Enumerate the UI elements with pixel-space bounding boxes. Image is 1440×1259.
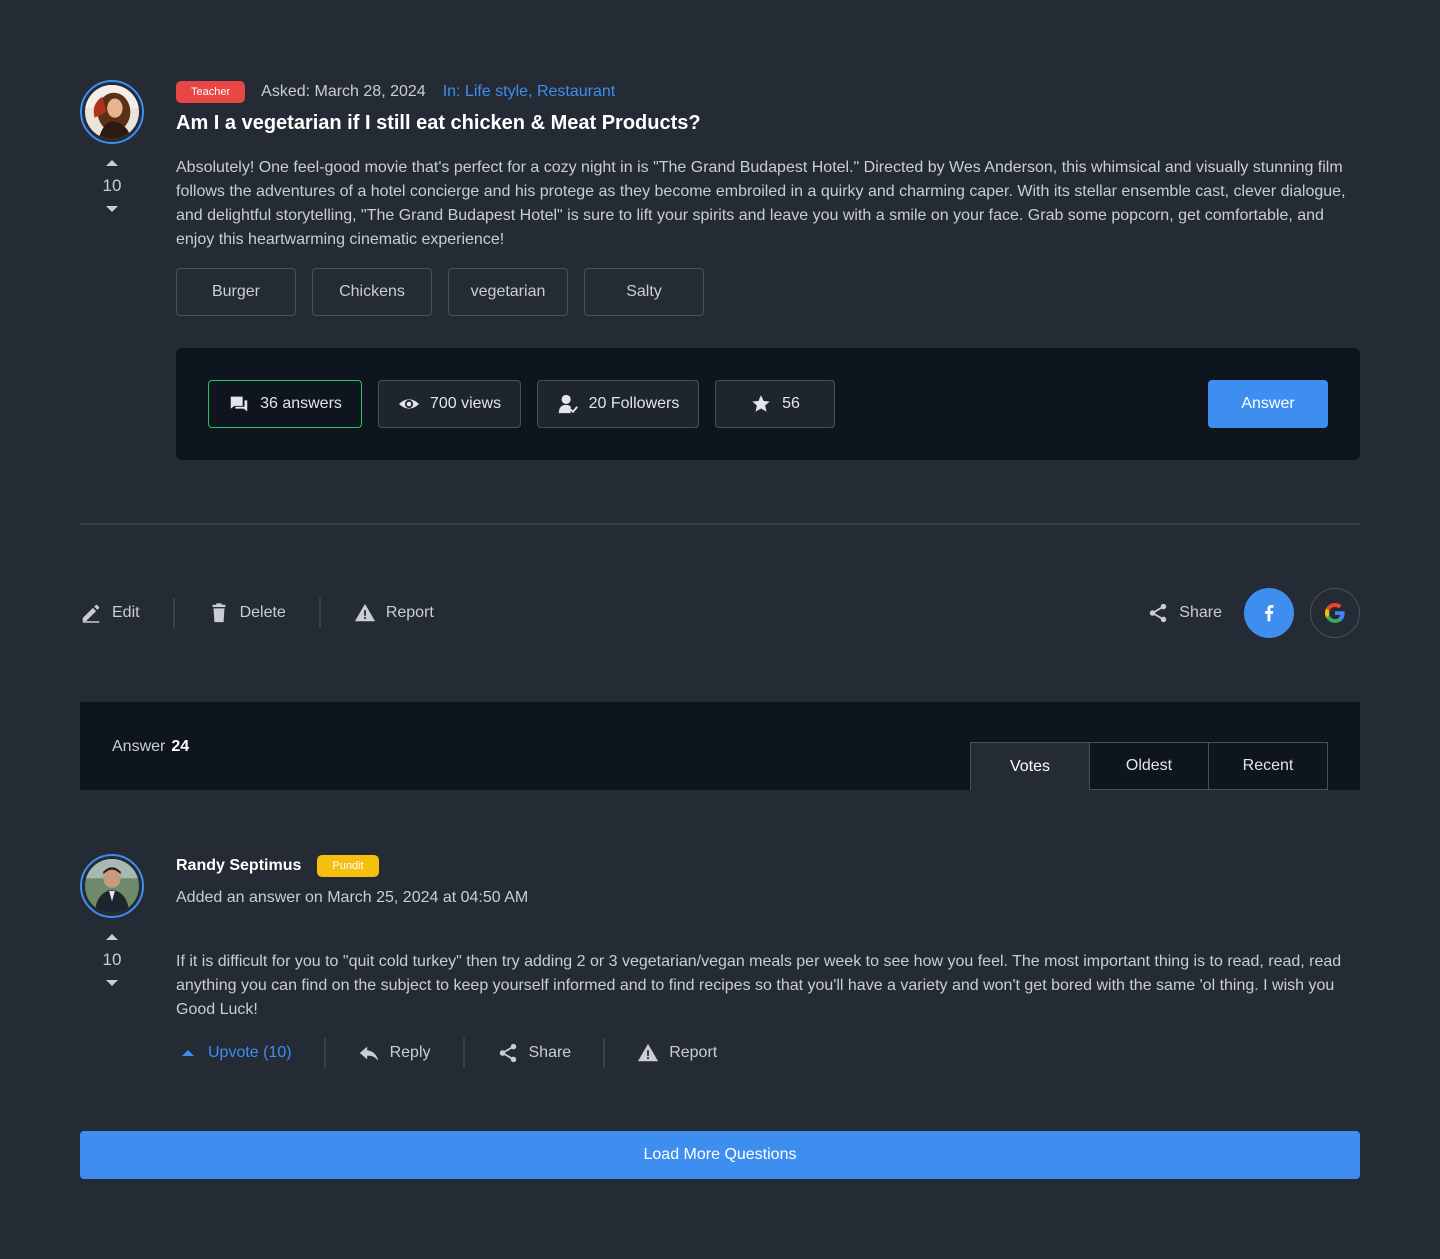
stats-panel: 36 answers 700 views 20 Followers 56 Ans… [176,348,1360,460]
upvote-button[interactable]: Upvote (10) [182,1044,292,1062]
answers-count-label: Answer 24 [112,738,189,756]
views-count: 700 views [429,395,502,412]
facebook-icon [1265,605,1274,622]
followers-count: 20 Followers [588,395,680,412]
tab-votes[interactable]: Votes [970,742,1090,790]
answer-author-photo [85,859,139,913]
share-label: Share [1179,604,1222,621]
share-icon [499,1043,516,1063]
tag-vegetarian[interactable]: vegetarian [448,268,568,316]
answer-report-label: Report [669,1044,718,1061]
facebook-share-button[interactable] [1244,588,1294,638]
tag-salty[interactable]: Salty [584,268,704,316]
trash-icon [212,603,225,623]
answer-author-line: Randy Septimus Pundit [176,854,379,878]
pencil-icon [82,604,100,623]
question-vote-count: 10 [102,176,122,195]
tag-list: Burger Chickens vegetarian Salty [176,268,704,316]
share-button[interactable]: Share [1147,602,1222,624]
action-separator [603,1038,606,1068]
answer-report-button[interactable]: Report [637,1042,717,1064]
section-divider [80,523,1360,525]
load-more-button[interactable]: Load More Questions [80,1131,1360,1179]
question-vote: 10 [80,160,144,212]
answers-label: Answer [112,738,166,755]
question-body: Absolutely! One feel-good movie that's p… [176,159,1346,248]
answers-stat-button[interactable]: 36 answers [208,380,362,428]
tag-chickens[interactable]: Chickens [312,268,432,316]
tab-recent[interactable]: Recent [1208,742,1328,790]
share-icon [1150,603,1167,623]
chat-icon [230,396,248,412]
google-share-button[interactable] [1310,588,1360,638]
pundit-badge: Pundit [317,855,379,877]
answer-button[interactable]: Answer [1208,380,1328,428]
answer-author-name[interactable]: Randy Septimus [176,857,301,875]
tag-burger[interactable]: Burger [176,268,296,316]
reply-icon [359,1046,378,1061]
question-categories[interactable]: In: Life style, Restaurant [443,83,616,101]
answers-count: 36 answers [260,395,342,412]
warning-icon [638,1043,659,1062]
google-icon [1324,602,1345,623]
upvote-label: Upvote (10) [208,1044,292,1061]
teacher-badge: Teacher [176,81,246,103]
answer-upvote-arrow-icon[interactable] [106,934,118,940]
report-label: Report [385,604,434,621]
answer-share-label: Share [528,1044,572,1061]
upvote-icon [182,1050,194,1056]
followers-stat-button[interactable]: 20 Followers [537,380,699,428]
reply-label: Reply [389,1044,431,1061]
author-photo [85,85,139,139]
report-button[interactable]: Report [354,602,434,624]
eye-icon [398,399,420,409]
answer-actions: Upvote (10) Reply Share Report [176,1038,717,1068]
answer-date: Added an answer on March 25, 2024 at 04:… [176,889,529,906]
answers-total: 24 [171,738,190,755]
question-author-avatar[interactable] [80,80,144,144]
question-meta: Teacher Asked: March 28, 2024 In: Life s… [176,80,615,104]
favorites-count: 56 [782,395,800,412]
tab-oldest[interactable]: Oldest [1089,742,1209,790]
views-stat-button[interactable]: 700 views [378,380,521,428]
share-area: Share [1147,587,1360,639]
answers-header: Answer 24 Votes Oldest Recent [80,702,1360,790]
edit-label: Edit [112,604,140,621]
action-separator [462,1038,465,1068]
answer-share-button[interactable]: Share [497,1042,572,1064]
answer-downvote-arrow-icon[interactable] [106,980,118,986]
star-icon [752,395,770,412]
favorites-stat-button[interactable]: 56 [715,380,835,428]
answer-body: If it is difficult for you to "quit cold… [176,953,1342,1018]
answer-vote: 10 [80,934,144,986]
asked-date: Asked: March 28, 2024 [261,83,426,100]
question-actions: Edit Delete Report [80,597,434,629]
action-separator [323,1038,326,1068]
action-separator [318,598,321,628]
warning-icon [354,603,375,622]
user-check-icon [558,394,578,414]
delete-label: Delete [239,604,286,621]
upvote-arrow-icon[interactable] [106,160,118,166]
downvote-arrow-icon[interactable] [106,206,118,212]
action-separator [172,598,175,628]
delete-button[interactable]: Delete [208,602,286,624]
answer-vote-count: 10 [102,950,122,969]
edit-button[interactable]: Edit [80,602,140,624]
sort-tabs: Votes Oldest Recent [970,742,1328,790]
answer-author-avatar[interactable] [80,854,144,918]
question-title[interactable]: Am I a vegetarian if I still eat chicken… [176,112,701,135]
reply-button[interactable]: Reply [358,1042,431,1064]
